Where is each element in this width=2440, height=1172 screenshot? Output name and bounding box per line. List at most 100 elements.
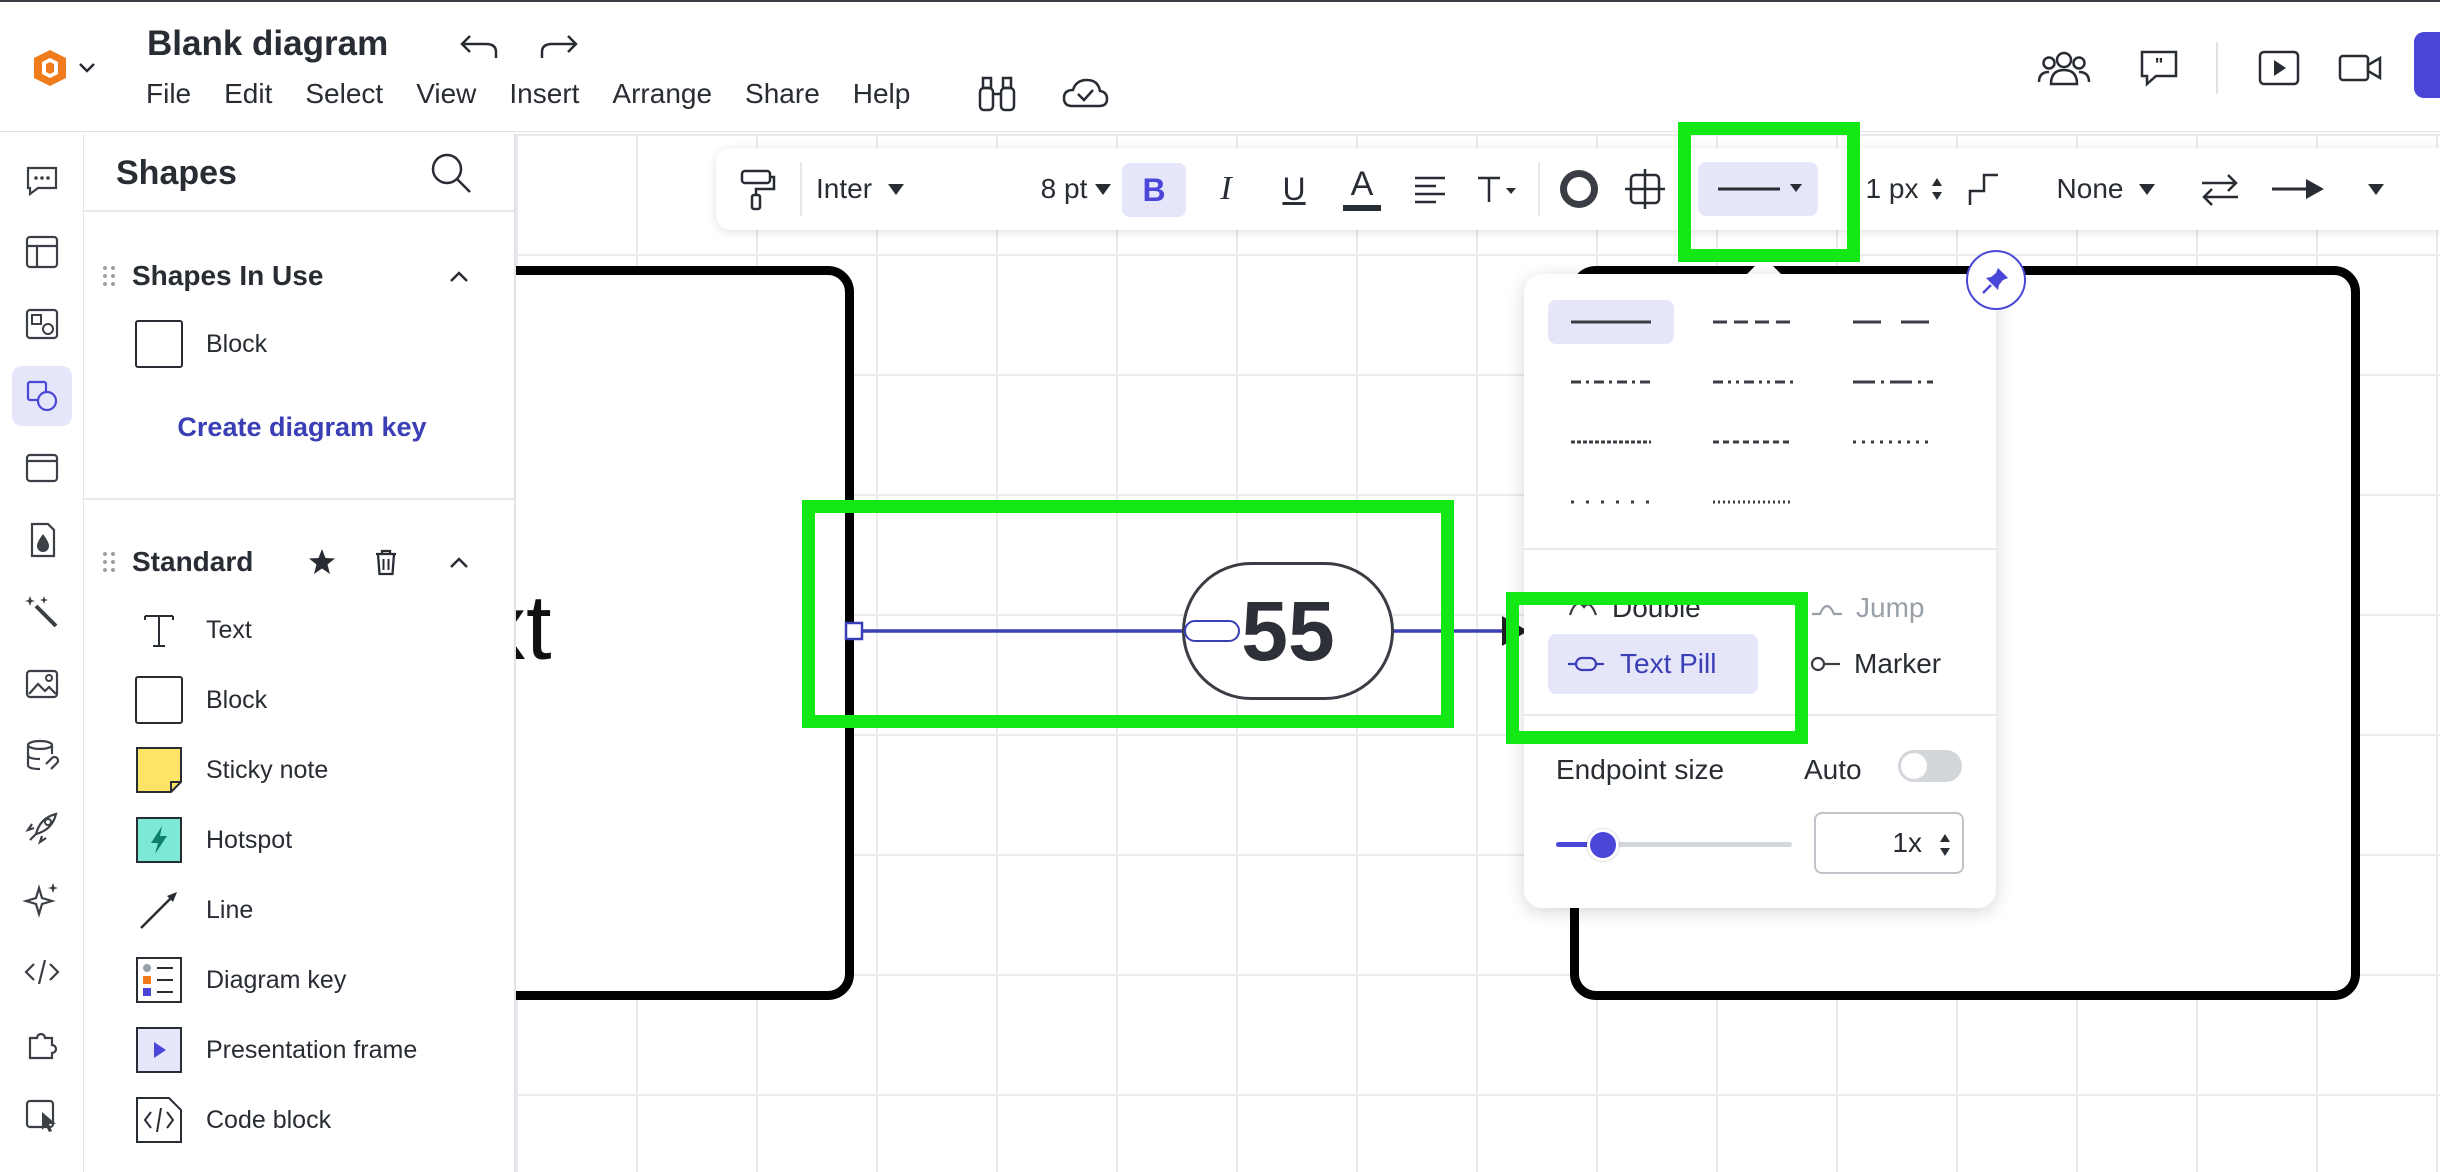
rail-integrations-button[interactable] — [12, 1014, 72, 1074]
sparse-dot-line-icon — [1571, 500, 1651, 504]
stepper-arrows-icon[interactable] — [1938, 830, 1952, 860]
line-color-button[interactable] — [1548, 148, 1610, 230]
shape-item-text[interactable]: Text — [134, 602, 474, 658]
shape-label: Presentation frame — [206, 1035, 418, 1064]
slider-thumb[interactable] — [1587, 829, 1619, 861]
line-style-dense-dash[interactable] — [1548, 420, 1674, 464]
font-size-select[interactable]: 8 pt — [1026, 148, 1126, 230]
shape-item-diagram-key[interactable]: Diagram key — [134, 952, 474, 1008]
line-style-long-dash-dot[interactable] — [1830, 360, 1956, 404]
menu-share[interactable]: Share — [745, 78, 820, 110]
menu-file[interactable]: File — [146, 78, 191, 110]
present-button[interactable] — [2256, 46, 2302, 90]
collaborators-button[interactable] — [2036, 46, 2092, 90]
shape-label: Text — [206, 615, 252, 644]
rail-magic-button[interactable] — [12, 582, 72, 642]
endpoint-size-slider[interactable] — [1556, 829, 1792, 861]
menu-help[interactable]: Help — [853, 78, 911, 110]
rail-shapes-button[interactable] — [12, 366, 72, 426]
menu-view[interactable]: View — [416, 78, 476, 110]
collapse-chevron-icon[interactable] — [444, 548, 474, 578]
bold-button[interactable]: B — [1122, 163, 1186, 217]
rail-frame-button[interactable] — [12, 438, 72, 498]
line-width-select[interactable]: 1 px — [1860, 148, 1950, 230]
find-button[interactable] — [974, 72, 1020, 116]
share-button[interactable] — [2414, 32, 2440, 98]
video-call-button[interactable] — [2336, 46, 2384, 90]
document-title[interactable]: Blank diagram — [147, 24, 388, 64]
shape-item-sticky-note[interactable]: Sticky note — [134, 742, 474, 798]
undo-button[interactable] — [456, 22, 504, 66]
shapes-search-button[interactable] — [426, 148, 476, 198]
endpoint-start-value: None — [2056, 173, 2124, 204]
line-shape-button[interactable] — [1952, 148, 2016, 230]
line-style-solid[interactable] — [1548, 300, 1674, 344]
chat-bubble-icon — [26, 166, 58, 197]
toolbar-divider — [800, 162, 802, 216]
ai-sparkle-icon — [22, 883, 58, 918]
line-style-dashed[interactable] — [1690, 300, 1816, 344]
rail-fill-button[interactable] — [12, 510, 72, 570]
line-style-fine-dot[interactable] — [1690, 480, 1816, 524]
shape-item-block[interactable]: Block — [134, 672, 474, 728]
shape-item-code-block[interactable]: Code block — [134, 1092, 474, 1148]
line-style-dotted[interactable] — [1830, 420, 1956, 464]
app-logo-menu[interactable] — [28, 42, 110, 94]
shape-label: Diagram key — [206, 965, 347, 994]
rail-code-button[interactable] — [12, 942, 72, 1002]
drag-handle-icon[interactable] — [102, 264, 116, 288]
redo-button[interactable] — [534, 22, 582, 66]
line-color-ring-icon — [1560, 170, 1598, 208]
comments-button[interactable]: " — [2136, 46, 2182, 90]
drag-handle-icon[interactable] — [102, 550, 116, 574]
binoculars-icon — [978, 76, 1016, 112]
line-style-short-dash[interactable] — [1690, 420, 1816, 464]
endpoint-end-select[interactable] — [2266, 148, 2386, 230]
create-diagram-key-link[interactable]: Create diagram key — [172, 412, 432, 443]
rail-shape-library-button[interactable] — [12, 294, 72, 354]
endpoint-size-input[interactable]: 1x — [1814, 812, 1964, 874]
line-style-sparse-dot[interactable] — [1548, 480, 1674, 524]
shape-item-block[interactable]: Block — [134, 316, 474, 372]
menu-arrange[interactable]: Arrange — [612, 78, 712, 110]
font-family-select[interactable]: Inter — [816, 148, 946, 230]
rail-comments-button[interactable] — [12, 150, 72, 210]
text-options-button[interactable] — [1464, 148, 1528, 230]
swap-endpoints-button[interactable] — [2190, 148, 2250, 230]
menu-insert[interactable]: Insert — [509, 78, 579, 110]
format-painter-button[interactable] — [726, 148, 790, 230]
menu-select[interactable]: Select — [305, 78, 383, 110]
endpoint-start-select[interactable]: None — [2046, 148, 2166, 230]
pin-toolbar-button[interactable] — [1966, 250, 2026, 310]
font-family-value: Inter — [816, 173, 873, 204]
rail-data-button[interactable] — [12, 726, 72, 786]
solid-line-icon — [1571, 320, 1651, 324]
shape-item-hotspot[interactable]: Hotspot — [134, 812, 474, 868]
rail-ai-button[interactable] — [12, 870, 72, 930]
svg-text:": " — [2155, 55, 2164, 75]
save-status-button[interactable] — [1060, 74, 1110, 114]
line-style-long-dash[interactable] — [1830, 300, 1956, 344]
shape-item-presentation-frame[interactable]: Presentation frame — [134, 1022, 474, 1078]
line-jump-jump[interactable]: Jump — [1792, 578, 1982, 638]
rail-templates-button[interactable] — [12, 222, 72, 282]
line-width-value: 1 px — [1865, 173, 1919, 204]
text-color-button[interactable]: A — [1330, 148, 1394, 230]
line-label-marker[interactable]: Marker — [1792, 634, 1982, 694]
star-icon[interactable] — [306, 546, 338, 578]
rail-interactions-button[interactable] — [12, 1086, 72, 1146]
trash-icon[interactable] — [370, 546, 402, 578]
line-style-dash-dot[interactable] — [1548, 360, 1674, 404]
italic-button[interactable]: I — [1194, 148, 1258, 230]
shapes-icon — [26, 380, 58, 412]
shape-options-button[interactable] — [1614, 148, 1676, 230]
rail-image-button[interactable] — [12, 654, 72, 714]
auto-toggle[interactable] — [1898, 750, 1962, 782]
menu-edit[interactable]: Edit — [224, 78, 272, 110]
text-align-button[interactable] — [1398, 148, 1462, 230]
underline-button[interactable]: U — [1262, 148, 1326, 230]
rail-launch-button[interactable] — [12, 798, 72, 858]
shape-item-line[interactable]: Line — [134, 882, 474, 938]
collapse-chevron-icon[interactable] — [444, 262, 474, 292]
line-style-dash-dot-dot[interactable] — [1690, 360, 1816, 404]
